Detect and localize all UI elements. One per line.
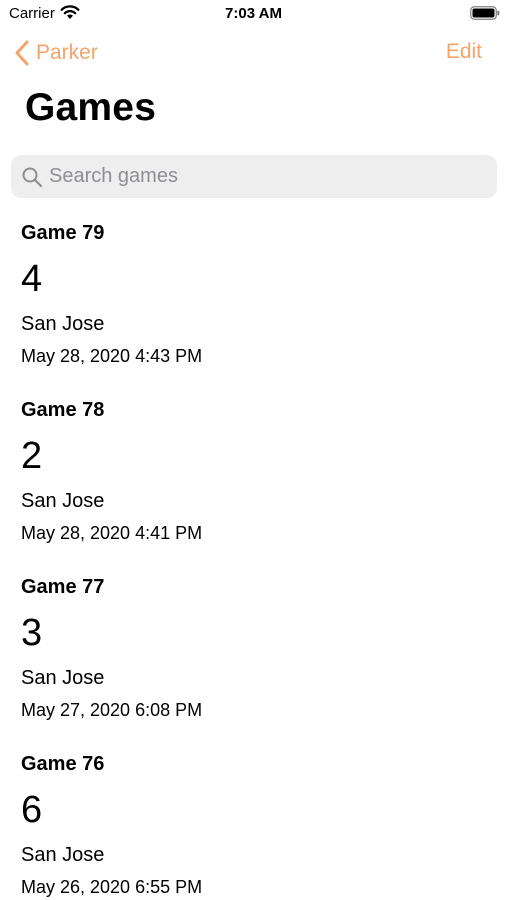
back-button[interactable]: Parker	[14, 38, 98, 68]
game-score: 6	[21, 789, 43, 831]
game-location: San Jose	[21, 313, 105, 335]
battery-icon	[470, 6, 500, 20]
game-title: Game 79	[21, 222, 105, 244]
game-date: May 28, 2020 4:41 PM	[21, 523, 203, 543]
game-date: May 27, 2020 6:08 PM	[21, 700, 203, 720]
game-score: 4	[21, 258, 43, 300]
game-location: San Jose	[21, 490, 105, 512]
status-bar: Carrier 7:03 AM	[0, 0, 507, 28]
game-title: Game 78	[21, 399, 105, 421]
edit-button[interactable]: Edit	[446, 40, 482, 64]
game-title: Game 76	[21, 753, 105, 775]
game-location: San Jose	[21, 667, 105, 689]
list-item[interactable]: Game 79 4 San Jose May 28, 2020 4:43 PM	[0, 214, 507, 391]
game-list: Game 79 4 San Jose May 28, 2020 4:43 PM …	[0, 214, 507, 900]
page-title: Games	[25, 86, 157, 129]
games-screen: Carrier 7:03 AM Parker Edit Games Game 7…	[0, 0, 507, 900]
search-input[interactable]	[49, 165, 469, 188]
list-item[interactable]: Game 76 6 San Jose May 26, 2020 6:55 PM	[0, 745, 507, 900]
list-item[interactable]: Game 78 2 San Jose May 28, 2020 4:41 PM	[0, 391, 507, 568]
search-icon	[22, 167, 43, 187]
list-item[interactable]: Game 77 3 San Jose May 27, 2020 6:08 PM	[0, 568, 507, 745]
back-label: Parker	[36, 41, 98, 64]
game-date: May 28, 2020 4:43 PM	[21, 346, 203, 366]
status-time: 7:03 AM	[225, 5, 282, 22]
game-score: 2	[21, 435, 43, 477]
game-date: May 26, 2020 6:55 PM	[21, 877, 203, 897]
game-title: Game 77	[21, 576, 105, 598]
game-location: San Jose	[21, 844, 105, 866]
game-score: 3	[21, 612, 43, 654]
chevron-left-icon	[15, 40, 29, 66]
search-bar[interactable]	[11, 155, 497, 198]
